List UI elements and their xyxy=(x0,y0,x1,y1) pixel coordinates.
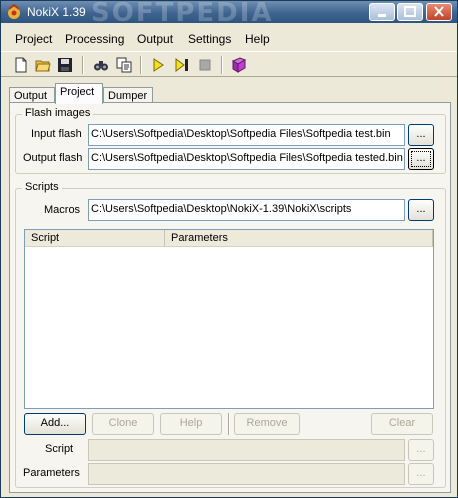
clear-button[interactable]: Clear xyxy=(371,413,433,435)
toolbar xyxy=(1,51,457,77)
scripts-group: Scripts Macros C:\Users\Softpedia\Deskto… xyxy=(15,181,446,488)
open-button[interactable] xyxy=(33,55,53,75)
script-label: Script xyxy=(45,443,74,455)
column-header-parameters[interactable]: Parameters xyxy=(165,230,433,247)
manual-button[interactable] xyxy=(229,55,249,75)
book-icon xyxy=(231,57,247,73)
input-flash-browse-button[interactable]: ... xyxy=(408,124,434,146)
remove-button[interactable]: Remove xyxy=(234,413,300,435)
flash-images-group: Flash images Input flash C:\Users\Softpe… xyxy=(15,107,446,174)
tab-project[interactable]: Project xyxy=(55,83,103,104)
menu-bar: Project Processing Output Settings Help xyxy=(1,29,457,49)
maximize-button[interactable] xyxy=(397,3,423,21)
new-file-icon xyxy=(15,57,27,73)
toolbar-separator xyxy=(140,56,142,74)
find-icon xyxy=(94,61,108,71)
macros-field[interactable]: C:\Users\Softpedia\Desktop\NokiX-1.39\No… xyxy=(88,199,405,221)
script-browse-button[interactable]: ... xyxy=(408,439,434,461)
project-panel: Flash images Input flash C:\Users\Softpe… xyxy=(9,102,451,493)
parameters-browse-button[interactable]: ... xyxy=(408,463,434,485)
input-flash-label: Input flash xyxy=(31,128,82,140)
minimize-button[interactable] xyxy=(369,3,395,21)
menu-help[interactable]: Help xyxy=(245,32,270,46)
menu-settings[interactable]: Settings xyxy=(188,32,231,46)
flash-images-title: Flash images xyxy=(22,107,94,119)
close-icon xyxy=(434,6,444,17)
macros-label: Macros xyxy=(44,204,81,216)
app-icon xyxy=(8,4,20,19)
toolbar-separator xyxy=(82,56,84,74)
menu-project[interactable]: Project xyxy=(15,32,52,46)
clone-button[interactable]: Clone xyxy=(92,413,154,435)
save-icon xyxy=(58,58,72,72)
step-button[interactable] xyxy=(172,55,192,75)
scripts-list[interactable]: Script Parameters xyxy=(24,229,434,409)
parameters-label: Parameters xyxy=(23,467,80,479)
open-folder-icon xyxy=(35,60,51,72)
stop-button[interactable] xyxy=(195,55,215,75)
copy-icon xyxy=(116,57,132,73)
find-button[interactable] xyxy=(91,55,111,75)
new-button[interactable] xyxy=(11,55,31,75)
macros-browse-button[interactable]: ... xyxy=(408,199,434,221)
watermark: SOFTPEDIA xyxy=(91,0,274,28)
scripts-title: Scripts xyxy=(22,181,62,193)
button-separator xyxy=(228,413,230,435)
app-window: NokiX 1.39 SOFTPEDIA Project Processing … xyxy=(0,0,458,498)
window-title: NokiX 1.39 xyxy=(27,5,86,19)
minimize-icon xyxy=(378,14,386,17)
output-flash-field[interactable]: C:\Users\Softpedia\Desktop\Softpedia Fil… xyxy=(88,148,405,170)
parameters-field[interactable] xyxy=(88,463,405,485)
menu-output[interactable]: Output xyxy=(137,32,173,46)
output-flash-label: Output flash xyxy=(23,152,83,164)
script-field[interactable] xyxy=(88,439,405,461)
output-flash-browse-button[interactable]: ... xyxy=(408,148,434,170)
add-button[interactable]: Add... xyxy=(24,413,86,435)
help-button[interactable]: Help xyxy=(160,413,222,435)
step-play-icon xyxy=(175,58,188,72)
run-button[interactable] xyxy=(148,55,168,75)
stop-icon xyxy=(199,59,211,71)
save-button[interactable] xyxy=(55,55,75,75)
copy-button[interactable] xyxy=(114,55,134,75)
column-header-script[interactable]: Script xyxy=(25,230,165,247)
title-bar[interactable]: NokiX 1.39 SOFTPEDIA xyxy=(1,0,457,28)
play-icon xyxy=(153,58,164,72)
input-flash-field[interactable]: C:\Users\Softpedia\Desktop\Softpedia Fil… xyxy=(88,124,405,146)
close-button[interactable] xyxy=(426,3,452,21)
toolbar-separator xyxy=(221,56,223,74)
tab-strip: Output Project Dumper xyxy=(9,83,451,104)
maximize-icon xyxy=(404,6,416,17)
menu-processing[interactable]: Processing xyxy=(65,32,124,46)
